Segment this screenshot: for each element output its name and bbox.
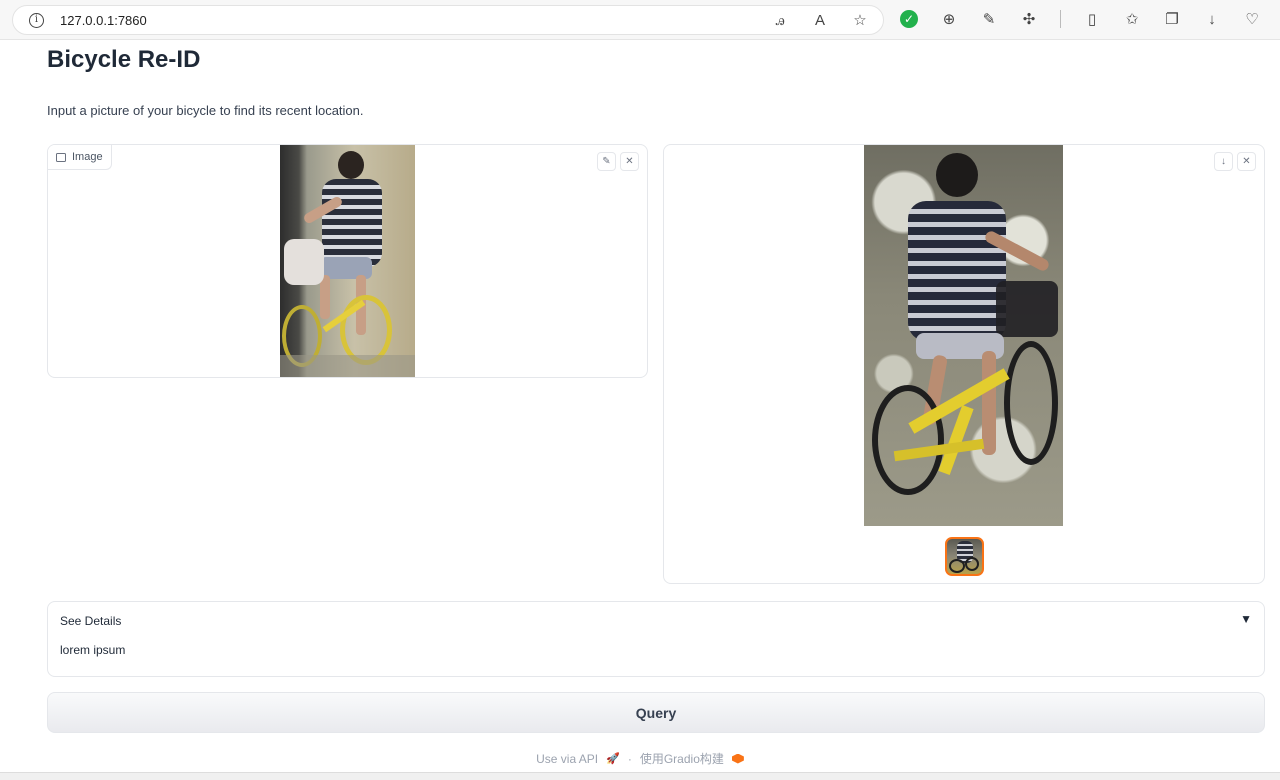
use-via-api-link[interactable]: Use via API	[536, 752, 598, 766]
split-screen-icon[interactable]: ▯	[1083, 10, 1101, 28]
footer-separator: ·	[627, 751, 632, 766]
extensions-icon[interactable]: ✣	[1020, 10, 1038, 28]
close-gallery-button[interactable]: ✕	[1237, 152, 1256, 171]
taskbar-strip	[0, 772, 1280, 780]
download-icon[interactable]: ↓	[1203, 10, 1221, 28]
accordion-body: lorem ipsum	[60, 643, 126, 657]
output-gallery-panel: ↓ ✕	[663, 144, 1265, 584]
zoom-icon[interactable]: ⊕	[940, 10, 958, 28]
accordion-title[interactable]: See Details	[60, 614, 121, 628]
url-text[interactable]: 127.0.0.1:7860	[60, 13, 147, 28]
info-icon[interactable]: i	[29, 13, 44, 28]
chevron-down-icon[interactable]: ▼	[1240, 612, 1252, 626]
read-aloud-icon[interactable]: A	[811, 11, 829, 29]
result-thumbnail[interactable]	[945, 537, 984, 576]
page-title: Bicycle Re-ID	[47, 46, 201, 73]
built-with-gradio-link[interactable]: 使用Gradio构建	[640, 750, 724, 767]
clear-image-button[interactable]: ✕	[620, 152, 639, 171]
download-result-button[interactable]: ↓	[1214, 152, 1233, 171]
see-details-accordion[interactable]: See Details ▼ lorem ipsum	[47, 601, 1265, 677]
image-icon	[56, 152, 66, 162]
gradio-logo-icon	[731, 753, 744, 764]
rocket-icon: 🚀	[606, 753, 620, 765]
toolbar-separator	[1060, 10, 1061, 28]
query-button[interactable]: Query	[47, 692, 1265, 733]
collections-icon[interactable]: ❐	[1163, 10, 1181, 28]
image-label: Image	[48, 145, 112, 170]
input-image-panel[interactable]: Image ✎ ✕	[47, 144, 648, 378]
green-check-extension-icon[interactable]: ✓	[900, 10, 918, 28]
result-bicycle-photo[interactable]	[864, 145, 1063, 526]
input-bicycle-photo	[280, 145, 415, 377]
address-bar[interactable]: i 127.0.0.1:7860 ꭿ A ☆	[12, 5, 884, 35]
image-label-text: Image	[72, 151, 103, 163]
favorites-icon[interactable]: ✩	[1123, 10, 1141, 28]
favorite-star-icon[interactable]: ☆	[851, 11, 869, 29]
profile-icon[interactable]: ♡	[1243, 10, 1261, 28]
browser-toolbar: i 127.0.0.1:7860 ꭿ A ☆ ✓ ⊕ ✎ ✣ ▯ ✩ ❐ ↓ ♡	[0, 0, 1280, 40]
footer: Use via API 🚀 · 使用Gradio构建	[0, 750, 1280, 767]
edit-icon[interactable]: ✎	[980, 10, 998, 28]
translate-icon[interactable]: ꭿ	[771, 11, 789, 29]
page-description: Input a picture of your bicycle to find …	[47, 103, 364, 118]
edit-image-button[interactable]: ✎	[597, 152, 616, 171]
